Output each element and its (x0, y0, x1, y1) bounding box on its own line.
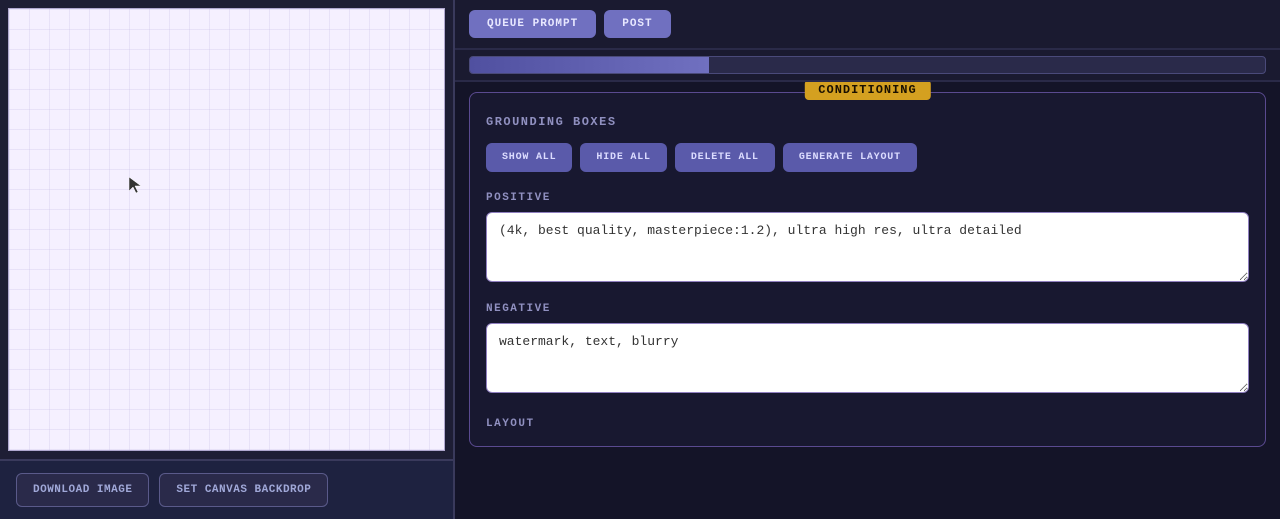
negative-textarea[interactable]: watermark, text, blurry (486, 323, 1249, 393)
progress-fill (470, 57, 709, 73)
bottom-buttons: DOWNLOAD IMAGE SET CaNVas BAcKDROP (0, 459, 453, 519)
grounding-title: GROUNDING BOXES (486, 115, 1249, 129)
layout-title: LAYOUT (486, 418, 1249, 430)
delete-all-button[interactable]: DELETE ALL (675, 143, 775, 172)
show-all-button[interactable]: SHOW ALL (486, 143, 572, 172)
cursor (129, 177, 137, 185)
conditioning-wrapper: CONDITIONING GROUNDING BOXES SHOW ALL HI… (455, 82, 1280, 519)
hide-all-button[interactable]: HIDE ALL (580, 143, 666, 172)
generate-layout-button[interactable]: GENERATE LAYOUT (783, 143, 917, 172)
progress-bar (469, 56, 1266, 74)
canvas-area (8, 8, 445, 451)
negative-label: NEGATIVE (486, 303, 1249, 315)
right-panel: QUEUE PROMPT POST CONDITIONING GROUNDING… (455, 0, 1280, 519)
progress-bar-container (455, 50, 1280, 82)
top-bar: QUEUE PROMPT POST (455, 0, 1280, 50)
positive-textarea[interactable]: (4k, best quality, masterpiece:1.2), ult… (486, 212, 1249, 282)
conditioning-box: CONDITIONING GROUNDING BOXES SHOW ALL HI… (469, 92, 1266, 447)
queue-prompt-button[interactable]: QUEUE PROMPT (469, 10, 596, 38)
download-image-button[interactable]: DOWNLOAD IMAGE (16, 473, 149, 507)
positive-label: POSITIVE (486, 192, 1249, 204)
conditioning-label: CONDITIONING (804, 82, 930, 100)
set-canvas-backdrop-button[interactable]: SET CaNVas BAcKDROP (159, 473, 328, 507)
left-panel: DOWNLOAD IMAGE SET CaNVas BAcKDROP (0, 0, 455, 519)
post-button[interactable]: POST (604, 10, 670, 38)
grounding-buttons: SHOW ALL HIDE ALL DELETE ALL GENERATE LA… (486, 143, 1249, 172)
